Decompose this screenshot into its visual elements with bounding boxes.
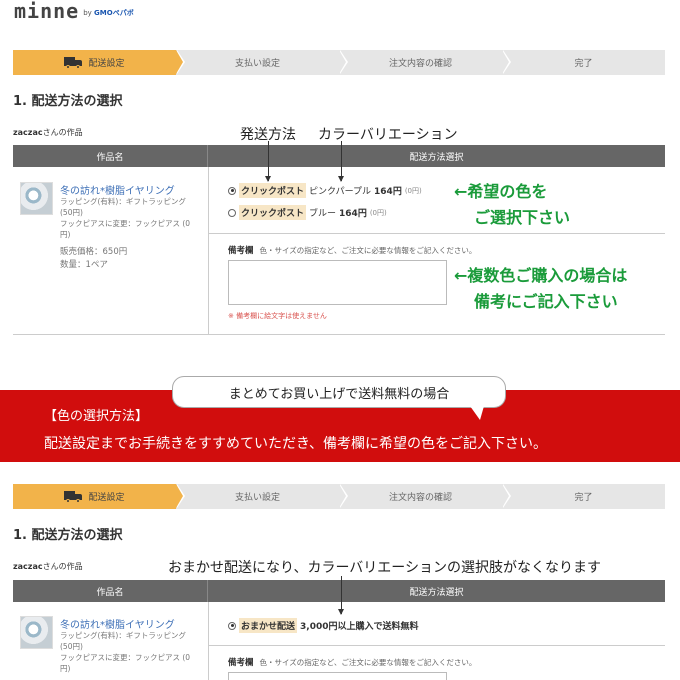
col-item-header: 作品名	[13, 145, 208, 167]
product-thumbnail[interactable]	[20, 182, 53, 215]
checkout-steps: 配送設定 支払い設定 注文内容の確認 完了	[13, 50, 665, 75]
column-divider	[208, 602, 209, 680]
product-thumbnail[interactable]	[20, 616, 53, 649]
table-header: 作品名 配送方法選択	[13, 145, 665, 167]
col-shipping-header: 配送方法選択	[409, 152, 464, 163]
step-shipping: 配送設定	[13, 50, 185, 75]
product-options: ラッピング(有料)：ギフトラッピング (50円) フックピアスに変更：フックピア…	[60, 631, 191, 673]
step-confirm: 注文内容の確認	[339, 484, 511, 509]
speech-bubble: まとめてお買い上げで送料無料の場合	[172, 376, 506, 408]
radio-empty-icon[interactable]	[228, 208, 236, 217]
minne-logo[interactable]: minne	[14, 0, 79, 22]
row-divider	[209, 645, 665, 646]
banner-text: 配送設定までお手続きをすすめていただき、備考欄に希望の色をご記入下さい。	[44, 436, 548, 452]
product-quantity: 数量：1ペア	[60, 260, 108, 270]
col-item-header: 作品名	[13, 580, 208, 602]
shipping-option-1[interactable]: クリックポスト ピンクパープル 164円 (0円)	[228, 183, 422, 198]
product-name-link[interactable]: 冬の訪れ*樹脂イヤリング	[60, 182, 175, 197]
annotation-multiple-colors: ←複数色ご購入の場合は	[454, 266, 628, 285]
step-payment: 支払い設定	[176, 484, 348, 509]
shipping-option-auto[interactable]: おまかせ配送 3,000円以上購入で送料無料	[228, 618, 418, 633]
step-complete: 完了	[574, 493, 593, 503]
radio-selected-icon[interactable]	[228, 621, 236, 630]
site-header: minne by GMOペパボ	[14, 0, 134, 22]
step-payment: 支払い設定	[176, 50, 348, 75]
step-confirm: 注文内容の確認	[339, 50, 511, 75]
arrow-down-icon	[265, 141, 271, 182]
note-textarea-2[interactable]	[228, 672, 447, 680]
arrow-down-icon	[338, 576, 344, 615]
product-price: 販売価格：650円 数量：1ペア	[60, 247, 128, 270]
truck-icon	[64, 56, 83, 69]
step-shipping: 配送設定	[13, 484, 185, 509]
shipping-option-2[interactable]: クリックポスト ブルー 164円 (0円)	[228, 205, 387, 220]
table-header-2: 作品名 配送方法選択	[13, 580, 665, 602]
banner-title: 【色の選択方法】	[44, 409, 149, 424]
radio-selected-icon[interactable]	[228, 186, 236, 195]
step-complete: 完了	[574, 59, 593, 69]
annotation-auto-shipping: おまかせ配送になり、カラーバリエーションの選択肢がなくなります	[168, 560, 602, 576]
logo-company: by GMOペパボ	[83, 9, 134, 17]
product-options: ラッピング(有料)：ギフトラッピング (50円) フックピアスに変更：フックピア…	[60, 197, 191, 239]
note-warning: ※ 備考欄に絵文字は使えません	[228, 312, 327, 320]
annotation-multiple-colors-2: 備考にご記入下さい	[474, 292, 618, 311]
speech-bubble-tail	[470, 406, 484, 420]
note-label: 備考欄 色・サイズの指定など、ご注文に必要な情報をご記入ください。	[228, 246, 477, 256]
truck-icon	[64, 490, 83, 503]
section-title: 1. 配送方法の選択	[13, 94, 123, 109]
note-textarea[interactable]	[228, 260, 447, 305]
section-title-2: 1. 配送方法の選択	[13, 528, 123, 543]
shop-name-2: zaczacさんの作品	[13, 562, 83, 571]
product-name-link[interactable]: 冬の訪れ*樹脂イヤリング	[60, 616, 175, 631]
arrow-down-icon	[338, 141, 344, 182]
column-divider	[208, 167, 209, 334]
shop-name: zaczacさんの作品	[13, 128, 83, 137]
annotation-choose-color: ←希望の色を	[454, 182, 548, 201]
note-label-2: 備考欄 色・サイズの指定など、ご注文に必要な情報をご記入ください。	[228, 658, 477, 668]
table-bottom-line	[13, 334, 665, 335]
col-shipping-header: 配送方法選択	[409, 587, 464, 598]
row-divider	[209, 233, 665, 234]
annotation-choose-color-2: ご選択下さい	[474, 208, 571, 227]
checkout-steps-2: 配送設定 支払い設定 注文内容の確認 完了	[13, 484, 665, 509]
annotation-variation: カラーバリエーション	[318, 127, 458, 143]
